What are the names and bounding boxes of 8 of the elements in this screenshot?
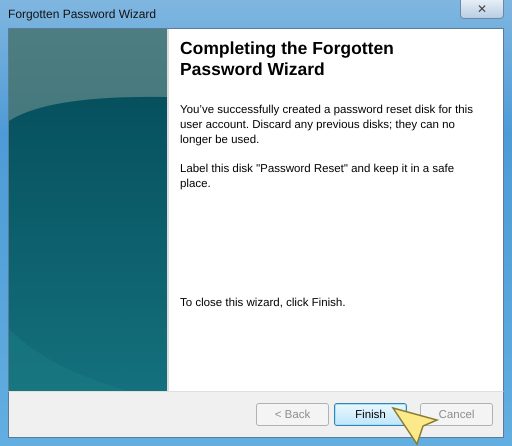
closing-instruction: To close this wizard, click Finish. xyxy=(180,296,347,312)
mouse-pointer-icon xyxy=(391,406,441,446)
wizard-heading: Completing the Forgotten Password Wizard xyxy=(180,38,395,80)
window-title: Forgotten Password Wizard xyxy=(8,7,156,21)
wizard-button[interactable]: Finish xyxy=(334,403,407,426)
message-text: Label this disk "Password Reset" and keep it in a safe place. xyxy=(180,162,456,192)
close-button[interactable]: ✕ xyxy=(460,0,504,19)
message-text: You’ve successfully created a password reset disk for this user account. Discard any previous disks; they can no longer be used. xyxy=(180,103,474,148)
